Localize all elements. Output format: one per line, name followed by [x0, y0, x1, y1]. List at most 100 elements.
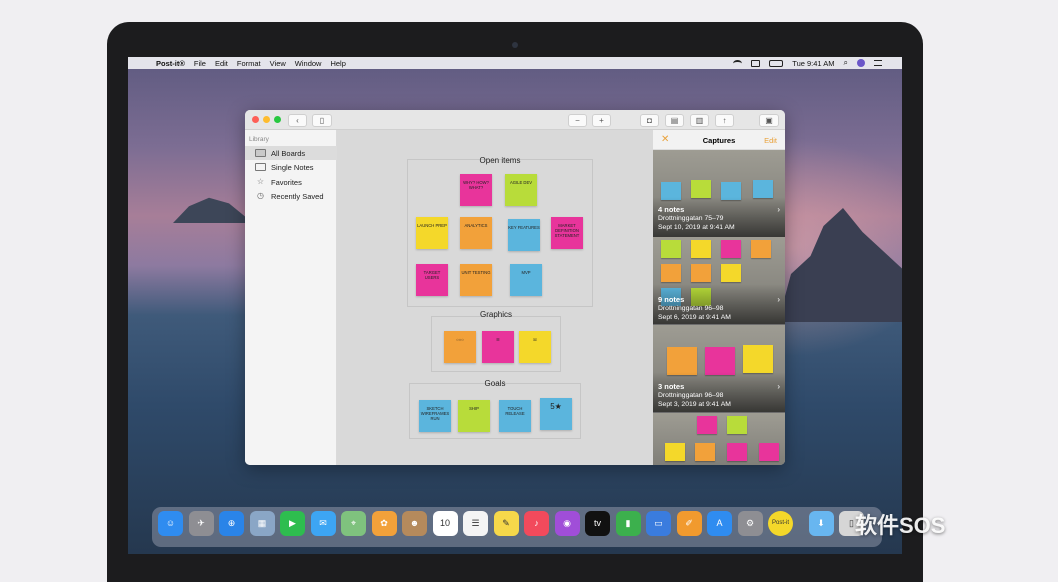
reminders-icon[interactable]: ☰: [463, 511, 488, 536]
sticky-note[interactable]: Sketch Wireframes Run: [419, 400, 451, 432]
sidebar-item-label: Recently Saved: [271, 191, 324, 201]
sidebar-item-single-notes[interactable]: Single Notes: [245, 160, 337, 174]
back-button[interactable]: ‹: [288, 114, 307, 127]
sticky-note[interactable]: Market Definition Statement: [551, 217, 583, 249]
menu-bar: Post-it® File Edit Format View Window He…: [128, 57, 902, 69]
capture-thumbnail-note: [759, 443, 779, 461]
battery-icon[interactable]: [769, 59, 784, 67]
wifi-icon[interactable]: [733, 59, 743, 67]
capture-item[interactable]: 3 notes Drottninggatan 96–98 Sept 3, 201…: [653, 325, 785, 412]
captures-edit-button[interactable]: Edit: [764, 136, 777, 145]
podcasts-icon[interactable]: ◉: [554, 511, 580, 536]
menu-view[interactable]: View: [270, 59, 286, 68]
sticky-note-sketch[interactable]: ☰: [482, 331, 514, 363]
siri-icon[interactable]: [857, 59, 865, 67]
library-heading: Library: [249, 136, 269, 143]
cluster-open-items[interactable]: Open items Why? How? What? Agile Dev Lau…: [407, 156, 593, 307]
capture-item[interactable]: [653, 413, 785, 465]
sticky-note[interactable]: Unit Testing: [460, 264, 492, 296]
cluster-goals[interactable]: Goals Sketch Wireframes Run Ship Touch R…: [409, 379, 581, 439]
delete-button[interactable]: ▥: [690, 114, 709, 127]
launchpad-icon[interactable]: ✈: [188, 511, 214, 536]
menu-help[interactable]: Help: [330, 59, 345, 68]
system-preferences-icon[interactable]: ⚙: [737, 511, 763, 536]
calendar-icon[interactable]: 10: [432, 511, 458, 536]
spotlight-search-icon[interactable]: ⌕: [844, 58, 848, 68]
cluster-graphics[interactable]: Graphics ○○○ ☰ ☒: [431, 310, 561, 372]
menu-file[interactable]: File: [194, 59, 206, 68]
cluster-title: Open items: [479, 156, 521, 165]
post-it-app-icon[interactable]: Post-it: [768, 511, 793, 536]
zoom-out-button[interactable]: −: [568, 114, 587, 127]
sticky-note-sketch[interactable]: ☒: [519, 331, 551, 363]
contacts-icon[interactable]: ☻: [402, 511, 427, 536]
sticky-note-sketch[interactable]: ○○○: [444, 331, 476, 363]
capture-thumbnail-note: [697, 416, 717, 434]
sticky-note[interactable]: Key Features: [508, 219, 540, 251]
chevron-right-icon: ›: [777, 295, 780, 304]
photo-slideshow-icon[interactable]: ▦: [249, 511, 275, 536]
board-canvas[interactable]: Open items Why? How? What? Agile Dev Lau…: [337, 130, 653, 465]
keynote-icon[interactable]: ▭: [646, 511, 671, 536]
library-sidebar: Library All Boards Single Notes ☆ Favori…: [245, 130, 337, 465]
camera-dot: [512, 42, 518, 48]
app-menu[interactable]: Post-it®: [156, 59, 185, 68]
share-button[interactable]: ↑: [715, 114, 734, 127]
sticky-note[interactable]: Why? How? What?: [460, 174, 492, 206]
capture-thumbnail-note: [743, 345, 773, 373]
wallpaper-island-left: [173, 197, 253, 223]
close-window-button[interactable]: [252, 116, 259, 123]
sticky-note[interactable]: Launch Prep: [416, 217, 448, 249]
numbers-icon[interactable]: ▮: [615, 511, 641, 536]
sticky-note[interactable]: Target Users: [416, 264, 448, 296]
sticky-note[interactable]: Agile Dev: [505, 174, 537, 206]
capture-thumbnail-note: [691, 240, 711, 258]
music-icon[interactable]: ♪: [524, 511, 549, 536]
toggle-sidebar-button[interactable]: ▯: [312, 114, 332, 127]
capture-thumbnail-note: [753, 180, 773, 198]
captures-toggle-button[interactable]: ▣: [759, 114, 779, 127]
menu-window[interactable]: Window: [295, 59, 322, 68]
note-icon: [255, 163, 266, 171]
chevron-right-icon: ›: [777, 382, 780, 391]
sidebar-item-favorites[interactable]: ☆ Favorites: [245, 175, 337, 189]
airplay-icon[interactable]: [751, 59, 761, 67]
menu-clock[interactable]: Tue 9:41 AM: [792, 59, 834, 68]
sidebar-item-all-boards[interactable]: All Boards: [245, 146, 337, 160]
sticky-note[interactable]: MVP: [510, 264, 542, 296]
sticky-note[interactable]: 5★: [540, 398, 572, 430]
camera-capture-button[interactable]: ◘: [640, 114, 659, 127]
sidebar-item-recently-saved[interactable]: ◷ Recently Saved: [245, 189, 337, 203]
messages-icon[interactable]: ✉: [310, 511, 336, 536]
capture-thumbnail-note: [727, 443, 747, 461]
capture-item[interactable]: 4 notes Drottninggatan 75–79 Sept 10, 20…: [653, 150, 785, 237]
zoom-in-button[interactable]: +: [592, 114, 611, 127]
sticky-note[interactable]: Analytics: [460, 217, 492, 249]
maps-icon[interactable]: ⌖: [341, 511, 366, 536]
capture-date: Sept 10, 2019 at 9:41 AM: [658, 224, 735, 231]
downloads-folder-icon[interactable]: ⬇: [808, 511, 834, 536]
notes-icon[interactable]: ✎: [493, 511, 519, 536]
facetime-icon[interactable]: ▶: [280, 511, 305, 536]
zoom-window-button[interactable]: [274, 116, 281, 123]
pages-icon[interactable]: ✐: [676, 511, 702, 536]
capture-thumbnail-note: [667, 347, 697, 375]
photos-icon[interactable]: ✿: [371, 511, 397, 536]
sidebar-item-label: Favorites: [271, 177, 302, 187]
safari-icon[interactable]: ⊕: [219, 511, 244, 536]
tv-icon[interactable]: tv: [585, 511, 610, 536]
capture-note-count: 9 notes: [658, 295, 685, 304]
sticky-note[interactable]: Ship: [458, 400, 490, 432]
notification-center-icon[interactable]: [874, 60, 882, 66]
sticky-note[interactable]: Touch Release: [499, 400, 531, 432]
menu-format[interactable]: Format: [237, 59, 261, 68]
menu-edit[interactable]: Edit: [215, 59, 228, 68]
add-note-button[interactable]: ▤: [665, 114, 684, 127]
minimize-window-button[interactable]: [263, 116, 270, 123]
app-store-icon[interactable]: A: [707, 511, 732, 536]
finder-icon[interactable]: ☺: [158, 511, 183, 536]
cluster-title: Goals: [484, 379, 506, 388]
capture-item[interactable]: 9 notes Drottninggatan 96–98 Sept 6, 201…: [653, 237, 785, 324]
capture-thumbnail-note: [727, 416, 747, 434]
boards-icon: [255, 149, 266, 157]
